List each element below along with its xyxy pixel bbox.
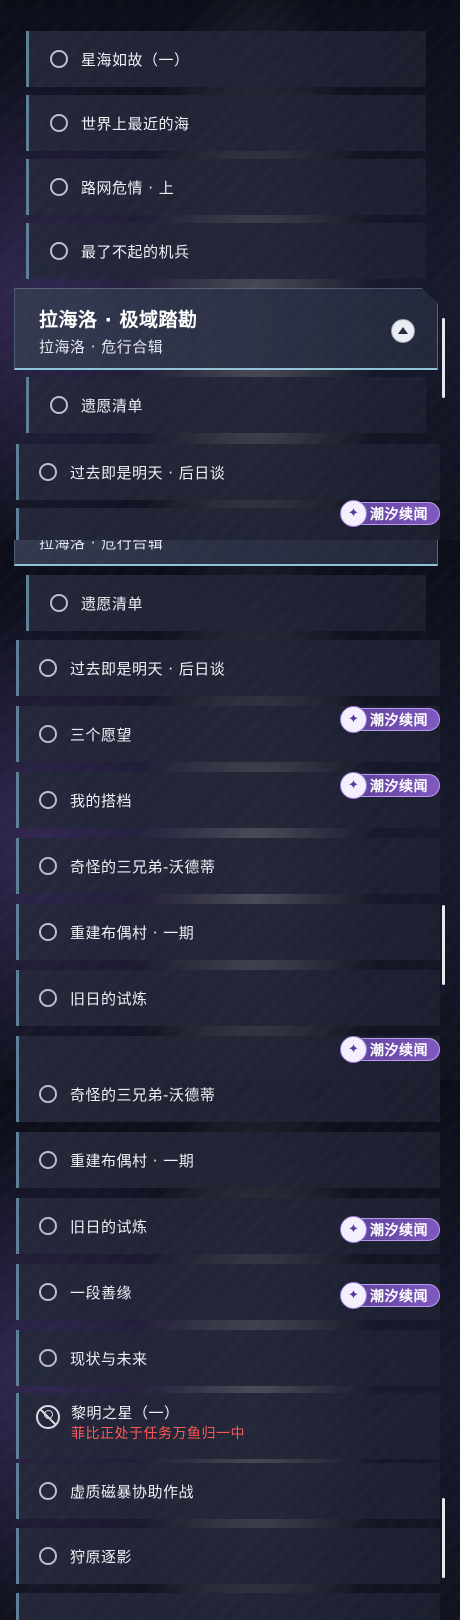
quest-radio-icon bbox=[39, 725, 57, 743]
quest-item[interactable]: 重建布偶村 · 一期 bbox=[16, 904, 440, 960]
quest-title: 奇怪的三兄弟-沃德蒂 bbox=[70, 857, 216, 876]
quest-item[interactable]: 过去即是明天 · 后日谈 bbox=[16, 640, 440, 696]
screenshot-panel-3: 奇怪的三兄弟-沃德蒂 重建布偶村 · 一期 旧日的试炼 一段善缘 现状与未来 黎… bbox=[0, 1080, 460, 1620]
quest-title: 最了不起的机兵 bbox=[81, 242, 190, 261]
quest-title: 三个愿望 bbox=[70, 725, 133, 744]
tidal-gacha-icon: ✦ bbox=[340, 706, 367, 733]
tidal-badge: ✦ 潮汐续闻 bbox=[340, 706, 440, 733]
quest-item[interactable]: 重建布偶村 · 一期 bbox=[16, 1132, 440, 1188]
quest-radio-icon bbox=[50, 50, 68, 68]
quest-radio-icon bbox=[39, 463, 57, 481]
quest-item-blocked[interactable]: 黎明之星（一） 菲比正处于任务万鱼归一中 bbox=[16, 1393, 440, 1459]
quest-radio-icon bbox=[39, 1151, 57, 1169]
quest-title: 重建布偶村 · 一期 bbox=[70, 1151, 195, 1170]
badge-label: 潮汐续闻 bbox=[370, 778, 428, 795]
quest-item[interactable]: 狩原逐影 bbox=[16, 1528, 440, 1584]
tidal-badge: ✦ 潮汐续闻 bbox=[340, 1216, 440, 1243]
badge-label: 潮汐续闻 bbox=[370, 1288, 428, 1305]
quest-radio-icon bbox=[39, 923, 57, 941]
quest-radio-icon bbox=[50, 594, 68, 612]
quest-radio-icon bbox=[39, 1217, 57, 1235]
quest-radio-icon bbox=[50, 396, 68, 414]
quest-item[interactable]: 旧日的试炼 bbox=[16, 970, 440, 1026]
tidal-gacha-icon: ✦ bbox=[340, 1216, 367, 1243]
quest-title: 奇怪的三兄弟-沃德蒂 bbox=[70, 1085, 216, 1104]
quest-title: 黎明之星（一） bbox=[71, 1404, 180, 1422]
tidal-badge: ✦ 潮汐续闻 bbox=[340, 772, 440, 799]
quest-radio-icon bbox=[39, 1283, 57, 1301]
tidal-badge: ✦ 潮汐续闻 bbox=[340, 1282, 440, 1309]
chapter-title: 拉海洛 · 极域踏勘 bbox=[39, 309, 198, 331]
collapse-chevron-icon[interactable] bbox=[391, 319, 415, 343]
screenshot-panel-1: 星海如故（一） 世界上最近的海 路网危情 · 上 最了不起的机兵 拉海洛 · 极… bbox=[0, 0, 460, 540]
character-busy-icon bbox=[36, 1405, 60, 1429]
quest-item[interactable] bbox=[16, 1593, 440, 1620]
quest-title: 路网危情 · 上 bbox=[81, 178, 175, 197]
quest-title: 旧日的试炼 bbox=[70, 989, 148, 1008]
quest-conflict-warning: 菲比正处于任务万鱼归一中 bbox=[71, 1426, 245, 1442]
quest-title: 遗愿清单 bbox=[81, 594, 144, 613]
badge-label: 潮汐续闻 bbox=[370, 1222, 428, 1239]
quest-title: 星海如故（一） bbox=[81, 50, 190, 69]
quest-title: 过去即是明天 · 后日谈 bbox=[70, 659, 226, 678]
badge-label: 潮汐续闻 bbox=[370, 1042, 428, 1059]
quest-item[interactable]: 奇怪的三兄弟-沃德蒂 bbox=[16, 838, 440, 894]
chapter-header-lahailuo[interactable]: 拉海洛 · 危行合辑 bbox=[14, 540, 438, 566]
badge-label: 潮汐续闻 bbox=[370, 712, 428, 729]
quest-item[interactable]: 最了不起的机兵 bbox=[26, 223, 426, 279]
quest-title: 虚质磁暴协助作战 bbox=[70, 1482, 195, 1501]
scrollbar-thumb[interactable] bbox=[442, 905, 445, 985]
quest-radio-icon bbox=[50, 242, 68, 260]
chapter-subtitle: 拉海洛 · 危行合辑 bbox=[39, 338, 164, 356]
quest-radio-icon bbox=[39, 1085, 57, 1103]
quest-item[interactable]: 过去即是明天 · 后日谈 bbox=[16, 444, 440, 500]
screenshot-panel-2: 拉海洛 · 危行合辑 遗愿清单 过去即是明天 · 后日谈 三个愿望 我的搭档 奇… bbox=[0, 540, 460, 1080]
chapter-header-lahailuo[interactable]: 拉海洛 · 极域踏勘 拉海洛 · 危行合辑 bbox=[14, 288, 438, 370]
quest-item[interactable]: 遗愿清单 bbox=[26, 575, 426, 631]
quest-radio-icon bbox=[39, 659, 57, 677]
tidal-badge: ✦ 潮汐续闻 bbox=[340, 1036, 440, 1063]
tidal-gacha-icon: ✦ bbox=[340, 500, 367, 527]
scrollbar-thumb[interactable] bbox=[442, 1498, 445, 1578]
quest-item[interactable]: 奇怪的三兄弟-沃德蒂 bbox=[16, 1080, 440, 1122]
quest-title: 旧日的试炼 bbox=[70, 1217, 148, 1236]
quest-title: 过去即是明天 · 后日谈 bbox=[70, 463, 226, 482]
quest-title: 世界上最近的海 bbox=[81, 114, 190, 133]
tidal-gacha-icon: ✦ bbox=[340, 772, 367, 799]
quest-item[interactable]: 路网危情 · 上 bbox=[26, 159, 426, 215]
quest-radio-icon bbox=[39, 1547, 57, 1565]
quest-radio-icon bbox=[39, 1349, 57, 1367]
quest-item[interactable]: 现状与未来 bbox=[16, 1330, 440, 1386]
chapter-subtitle: 拉海洛 · 危行合辑 bbox=[39, 540, 164, 552]
quest-item[interactable]: 世界上最近的海 bbox=[26, 95, 426, 151]
quest-title: 狩原逐影 bbox=[70, 1547, 133, 1566]
quest-radio-icon bbox=[50, 178, 68, 196]
quest-item[interactable]: 遗愿清单 bbox=[26, 377, 426, 433]
scrollbar-thumb[interactable] bbox=[442, 318, 445, 398]
quest-title: 我的搭档 bbox=[70, 791, 133, 810]
quest-title: 重建布偶村 · 一期 bbox=[70, 923, 195, 942]
quest-item[interactable]: 虚质磁暴协助作战 bbox=[16, 1463, 440, 1519]
quest-radio-icon bbox=[39, 989, 57, 1007]
badge-label: 潮汐续闻 bbox=[370, 506, 428, 523]
tidal-gacha-icon: ✦ bbox=[340, 1036, 367, 1063]
quest-item[interactable]: 星海如故（一） bbox=[26, 31, 426, 87]
quest-radio-icon bbox=[39, 1482, 57, 1500]
quest-radio-icon bbox=[39, 857, 57, 875]
quest-radio-icon bbox=[50, 114, 68, 132]
tidal-badge: ✦ 潮汐续闻 bbox=[340, 500, 440, 527]
quest-radio-icon bbox=[39, 791, 57, 809]
tidal-gacha-icon: ✦ bbox=[340, 1282, 367, 1309]
quest-title: 一段善缘 bbox=[70, 1283, 133, 1302]
quest-title: 现状与未来 bbox=[70, 1349, 148, 1368]
quest-title: 遗愿清单 bbox=[81, 396, 144, 415]
